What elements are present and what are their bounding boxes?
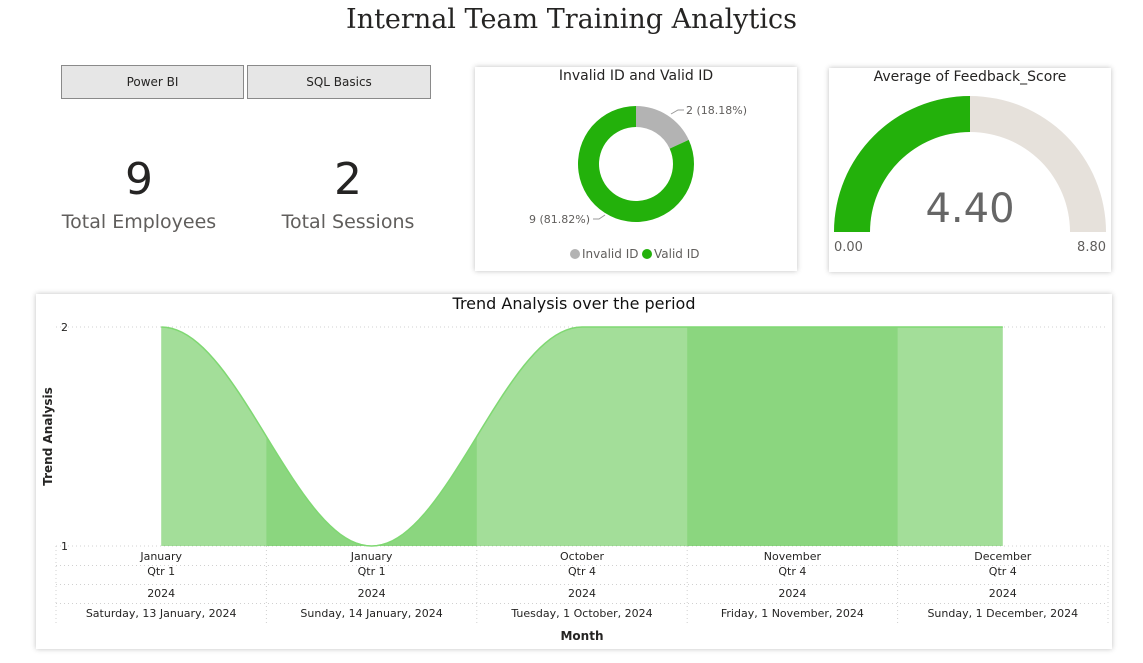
x-tick-label-year: 2024 bbox=[778, 587, 806, 600]
x-tick-label-date: Tuesday, 1 October, 2024 bbox=[510, 607, 652, 620]
gauge-value: 4.40 bbox=[925, 186, 1014, 232]
total-sessions-label: Total Sessions bbox=[281, 211, 415, 233]
x-tick-label-month: January bbox=[350, 550, 393, 563]
legend-marker-valid bbox=[642, 249, 652, 259]
total-sessions-value: 2 bbox=[334, 154, 362, 205]
x-tick-label-month: October bbox=[560, 550, 604, 563]
donut-chart: 2 (18.18%) 9 (81.82%) Invalid ID Valid ID bbox=[529, 104, 747, 261]
donut-label-leader-valid bbox=[593, 214, 606, 220]
page-title: Internal Team Training Analytics bbox=[346, 4, 797, 35]
x-tick-label-year: 2024 bbox=[358, 587, 386, 600]
donut-label-leader-invalid bbox=[670, 109, 684, 115]
total-employees-label: Total Employees bbox=[61, 211, 217, 233]
x-tick-label-date: Friday, 1 November, 2024 bbox=[721, 607, 864, 620]
x-tick-label-date: Saturday, 13 January, 2024 bbox=[86, 607, 237, 620]
x-tick-label-year: 2024 bbox=[989, 587, 1017, 600]
x-tick-label-date: Sunday, 14 January, 2024 bbox=[300, 607, 442, 620]
donut-data-label-valid: 9 (81.82%) bbox=[529, 213, 590, 226]
x-tick-label-month: November bbox=[764, 550, 822, 563]
x-tick-label-month: December bbox=[974, 550, 1032, 563]
x-tick-label-quarter: Qtr 4 bbox=[778, 565, 806, 578]
y-tick-label: 1 bbox=[61, 540, 68, 553]
trend-chart-panel: Trend Analysis over the period 2 1 Trend A… bbox=[36, 294, 1112, 649]
x-tick-label-quarter: Qtr 1 bbox=[358, 565, 386, 578]
donut-chart-panel: Invalid ID and Valid ID 2 (18.18%) 9 (81.… bbox=[475, 67, 797, 271]
x-tick-label-quarter: Qtr 1 bbox=[147, 565, 175, 578]
donut-data-label-invalid: 2 (18.18%) bbox=[686, 104, 747, 117]
x-tick-label-date: Sunday, 1 December, 2024 bbox=[927, 607, 1078, 620]
area-band bbox=[687, 327, 898, 546]
gauge-chart: 4.40 0.00 8.80 bbox=[834, 96, 1106, 255]
slicer-button-sql-basics[interactable]: SQL Basics bbox=[247, 65, 431, 99]
legend-label-valid: Valid ID bbox=[654, 247, 700, 261]
legend-label-invalid: Invalid ID bbox=[582, 247, 638, 261]
donut-slice-invalid-id[interactable] bbox=[636, 106, 689, 149]
y-axis-title: Trend Analysis bbox=[41, 387, 55, 486]
x-tick-label-month: January bbox=[139, 550, 182, 563]
x-axis-title: Month bbox=[560, 629, 603, 643]
total-employees-value: 9 bbox=[125, 154, 153, 205]
gauge-panel: Average of Feedback_Score 4.40 0.00 8.80 bbox=[829, 68, 1111, 272]
gauge-max-label: 8.80 bbox=[1077, 240, 1106, 255]
area-band bbox=[266, 436, 477, 546]
x-tick-label-quarter: Qtr 4 bbox=[568, 565, 596, 578]
slicer-button-power-bi[interactable]: Power BI bbox=[61, 65, 244, 99]
trend-area-chart: 2 1 Trend Analysis January Qtr 1 2024 Saturday… bbox=[41, 321, 1109, 643]
x-tick-label-year: 2024 bbox=[147, 587, 175, 600]
y-tick-label: 2 bbox=[61, 321, 68, 334]
x-tick-label-year: 2024 bbox=[568, 587, 596, 600]
gauge-min-label: 0.00 bbox=[834, 240, 863, 255]
x-tick-label-quarter: Qtr 4 bbox=[989, 565, 1017, 578]
legend-marker-invalid bbox=[570, 249, 580, 259]
